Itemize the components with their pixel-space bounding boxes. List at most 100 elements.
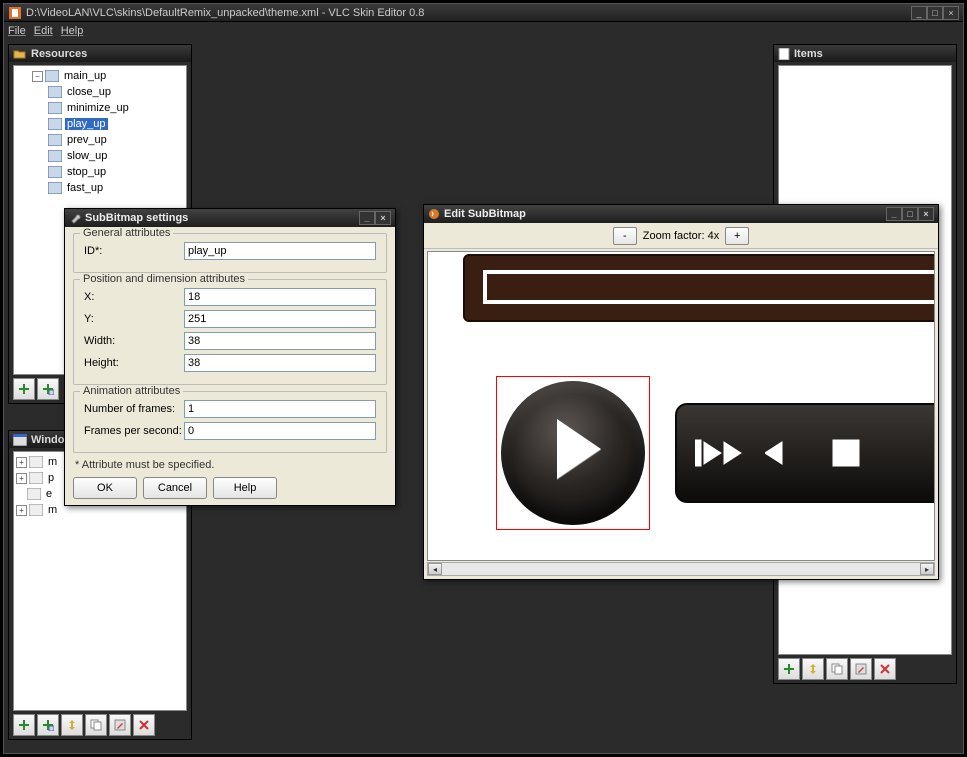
tree-node[interactable]: prev_up bbox=[16, 132, 184, 148]
zoom-out-button[interactable]: - bbox=[613, 227, 637, 245]
content-area: Resources − main_up close_up minimize_up… bbox=[4, 40, 963, 753]
tree-node[interactable]: close_up bbox=[16, 84, 184, 100]
selection-rect[interactable] bbox=[496, 376, 650, 530]
height-label: Height: bbox=[84, 357, 184, 369]
zoom-label: Zoom factor: 4x bbox=[643, 230, 719, 242]
subbitmap-settings-dialog[interactable]: SubBitmap settings _ × General attribute… bbox=[64, 208, 396, 506]
group-general: General attributes ID*: bbox=[73, 233, 387, 273]
menubar: File Edit Help bbox=[4, 22, 963, 40]
height-input[interactable] bbox=[184, 354, 376, 372]
document-icon bbox=[778, 48, 790, 60]
preview-maximize-button[interactable]: □ bbox=[902, 207, 918, 221]
cancel-button[interactable]: Cancel bbox=[143, 477, 207, 499]
bitmap-icon bbox=[48, 118, 62, 130]
tree-node-main[interactable]: − main_up bbox=[16, 68, 184, 84]
minimize-button[interactable]: _ bbox=[911, 6, 927, 20]
required-note: * Attribute must be specified. bbox=[75, 459, 387, 471]
x-label: X: bbox=[84, 291, 184, 303]
expand-icon[interactable]: + bbox=[16, 473, 27, 484]
zoom-toolbar: - Zoom factor: 4x + bbox=[424, 223, 938, 249]
add-bitmap-button[interactable] bbox=[13, 378, 35, 400]
folder-icon bbox=[13, 48, 27, 60]
java-icon bbox=[428, 208, 440, 220]
window-icon bbox=[29, 472, 43, 484]
dialog-minimize-button[interactable]: _ bbox=[359, 211, 375, 225]
scroll-left-button[interactable]: ◂ bbox=[428, 563, 442, 575]
bitmap-icon bbox=[48, 134, 62, 146]
tree-node[interactable]: fast_up bbox=[16, 180, 184, 196]
add-layout-button[interactable] bbox=[37, 714, 59, 736]
copy-button[interactable] bbox=[826, 658, 848, 680]
group-animation: Animation attributes Number of frames: F… bbox=[73, 391, 387, 453]
scroll-track[interactable] bbox=[442, 563, 920, 575]
scroll-right-button[interactable]: ▸ bbox=[920, 563, 934, 575]
ok-button[interactable]: OK bbox=[73, 477, 137, 499]
fps-label: Frames per second: bbox=[84, 425, 184, 437]
help-button[interactable]: Help bbox=[213, 477, 277, 499]
menu-file[interactable]: File bbox=[8, 25, 26, 37]
y-input[interactable] bbox=[184, 310, 376, 328]
dialog-titlebar[interactable]: SubBitmap settings _ × bbox=[65, 209, 395, 227]
edit-subbitmap-window[interactable]: Edit SubBitmap _ □ × - Zoom factor: 4x + bbox=[423, 204, 939, 580]
bitmap-canvas[interactable] bbox=[427, 251, 935, 561]
tree-node[interactable]: minimize_up bbox=[16, 100, 184, 116]
expand-icon[interactable]: + bbox=[16, 457, 27, 468]
windows-toolbar bbox=[13, 713, 187, 737]
tree-node-selected[interactable]: play_up bbox=[16, 116, 184, 132]
play-icon bbox=[557, 419, 601, 479]
add-button[interactable] bbox=[13, 714, 35, 736]
tree-node[interactable]: stop_up bbox=[16, 164, 184, 180]
copy-button[interactable] bbox=[85, 714, 107, 736]
move-button[interactable] bbox=[802, 658, 824, 680]
maximize-button[interactable]: □ bbox=[927, 6, 943, 20]
window-icon bbox=[29, 456, 43, 468]
expand-icon[interactable]: + bbox=[16, 505, 27, 516]
app-title: D:\VideoLAN\VLC\skins\DefaultRemix_unpac… bbox=[26, 7, 911, 19]
bitmap-icon bbox=[48, 150, 62, 162]
window-icon bbox=[27, 488, 41, 500]
wrench-icon bbox=[69, 212, 81, 224]
preview-close-button[interactable]: × bbox=[918, 207, 934, 221]
edit-button[interactable] bbox=[850, 658, 872, 680]
skip-back-icon bbox=[695, 436, 743, 470]
x-input[interactable] bbox=[184, 288, 376, 306]
items-title: Items bbox=[774, 45, 956, 62]
bitmap-icon bbox=[48, 102, 62, 114]
bitmap-icon bbox=[45, 70, 59, 82]
id-label: ID*: bbox=[84, 245, 184, 257]
delete-button[interactable] bbox=[133, 714, 155, 736]
window-icon bbox=[13, 434, 27, 446]
app-titlebar[interactable]: D:\VideoLAN\VLC\skins\DefaultRemix_unpac… bbox=[4, 4, 963, 22]
zoom-in-button[interactable]: + bbox=[725, 227, 749, 245]
bitmap-icon bbox=[48, 86, 62, 98]
preview-minimize-button[interactable]: _ bbox=[886, 207, 902, 221]
group-position: Position and dimension attributes X: Y: … bbox=[73, 279, 387, 385]
skin-bar-graphic bbox=[463, 254, 935, 322]
add-button[interactable] bbox=[778, 658, 800, 680]
bitmap-icon bbox=[48, 166, 62, 178]
bitmap-icon bbox=[48, 182, 62, 194]
menu-edit[interactable]: Edit bbox=[34, 25, 53, 37]
edit-button[interactable] bbox=[109, 714, 131, 736]
horizontal-scrollbar[interactable]: ◂ ▸ bbox=[427, 562, 935, 576]
stop-icon bbox=[831, 438, 861, 468]
rewind-icon bbox=[765, 436, 809, 470]
app-icon bbox=[8, 6, 22, 20]
width-label: Width: bbox=[84, 335, 184, 347]
width-input[interactable] bbox=[184, 332, 376, 350]
close-button[interactable]: × bbox=[943, 6, 959, 20]
id-input[interactable] bbox=[184, 242, 376, 260]
transport-bar-graphic bbox=[675, 403, 935, 503]
menu-help[interactable]: Help bbox=[61, 25, 84, 37]
resources-title: Resources bbox=[9, 45, 191, 62]
edit-subbitmap-titlebar[interactable]: Edit SubBitmap _ □ × bbox=[424, 205, 938, 223]
nframes-input[interactable] bbox=[184, 400, 376, 418]
collapse-icon[interactable]: − bbox=[32, 71, 43, 82]
dialog-close-button[interactable]: × bbox=[375, 211, 391, 225]
tree-node[interactable]: slow_up bbox=[16, 148, 184, 164]
fps-input[interactable] bbox=[184, 422, 376, 440]
delete-button[interactable] bbox=[874, 658, 896, 680]
add-subbitmap-button[interactable] bbox=[37, 378, 59, 400]
app-window: D:\VideoLAN\VLC\skins\DefaultRemix_unpac… bbox=[3, 3, 964, 754]
move-button[interactable] bbox=[61, 714, 83, 736]
